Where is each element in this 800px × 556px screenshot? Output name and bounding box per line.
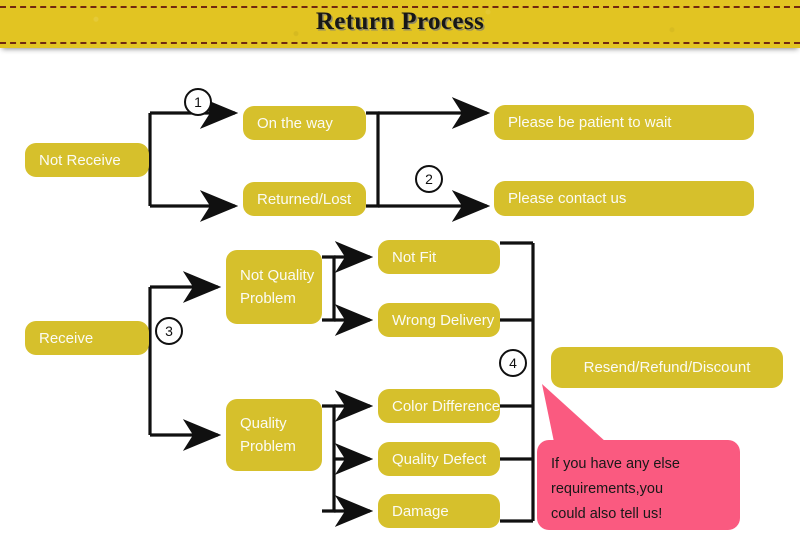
node-returned-lost-label: Returned/Lost	[257, 190, 352, 208]
node-receive-label: Receive	[39, 329, 94, 347]
banner-dashed-line-bottom	[0, 42, 800, 44]
node-please-be-patient-to-wait[interactable]: Please be patient to wait	[494, 105, 754, 140]
node-quality-defect[interactable]: Quality Defect	[378, 442, 500, 476]
callout-tail	[542, 384, 606, 442]
node-quality-problem[interactable]: Quality Problem	[226, 399, 322, 471]
node-please-contact-us[interactable]: Please contact us	[494, 181, 754, 216]
node-not-receive-label: Not Receive	[39, 151, 121, 169]
node-damage-label: Damage	[392, 502, 449, 520]
node-color-difference-label: Color Difference	[392, 397, 501, 415]
node-receive[interactable]: Receive	[25, 321, 149, 355]
step-marker-4-label: 4	[509, 355, 517, 371]
wire-qp-bus	[322, 404, 336, 513]
node-damage[interactable]: Damage	[378, 494, 500, 528]
node-not-fit-label: Not Fit	[392, 248, 437, 266]
node-quality-problem-label: Quality Problem	[240, 415, 296, 455]
node-resend-refund-discount-label: Resend/Refund/Discount	[583, 359, 751, 376]
node-not-receive[interactable]: Not Receive	[25, 143, 149, 177]
node-please-contact-us-label: Please contact us	[508, 190, 627, 207]
node-not-quality-problem-label: Not Quality Problem	[240, 267, 315, 307]
node-on-the-way-label: On the way	[257, 114, 333, 132]
node-wrong-delivery[interactable]: Wrong Delivery	[378, 303, 500, 337]
step-marker-2-label: 2	[425, 171, 433, 187]
step-marker-1-label: 1	[194, 94, 202, 110]
node-not-fit[interactable]: Not Fit	[378, 240, 500, 274]
step-marker-2: 2	[415, 165, 443, 193]
step-marker-4: 4	[499, 349, 527, 377]
node-not-quality-problem[interactable]: Not Quality Problem	[226, 250, 322, 324]
node-wrong-delivery-label: Wrong Delivery	[392, 311, 495, 329]
node-on-the-way[interactable]: On the way	[243, 106, 366, 140]
return-process-flowchart: Return Process Not Receive On the way Re…	[0, 0, 800, 556]
wire-nqp-bus	[322, 255, 336, 322]
node-returned-lost[interactable]: Returned/Lost	[243, 182, 366, 216]
callout-line-1: If you have any else	[551, 456, 680, 472]
page-header-banner: Return Process	[0, 0, 800, 48]
step-marker-3-label: 3	[165, 323, 173, 339]
callout-line-2: requirements,you	[551, 481, 664, 497]
page-title: Return Process	[315, 8, 485, 35]
step-marker-3: 3	[155, 317, 183, 345]
node-please-be-patient-to-wait-label: Please be patient to wait	[508, 114, 672, 131]
node-color-difference[interactable]: Color Difference	[378, 389, 500, 423]
step-marker-1: 1	[184, 88, 212, 116]
callout-bubble: If you have any else requirements,you co…	[537, 440, 740, 530]
wire-top-right-bus	[366, 111, 380, 208]
node-resend-refund-discount[interactable]: Resend/Refund/Discount	[551, 347, 783, 388]
node-quality-defect-label: Quality Defect	[392, 450, 487, 468]
callout-line-3: could also tell us!	[551, 506, 663, 522]
